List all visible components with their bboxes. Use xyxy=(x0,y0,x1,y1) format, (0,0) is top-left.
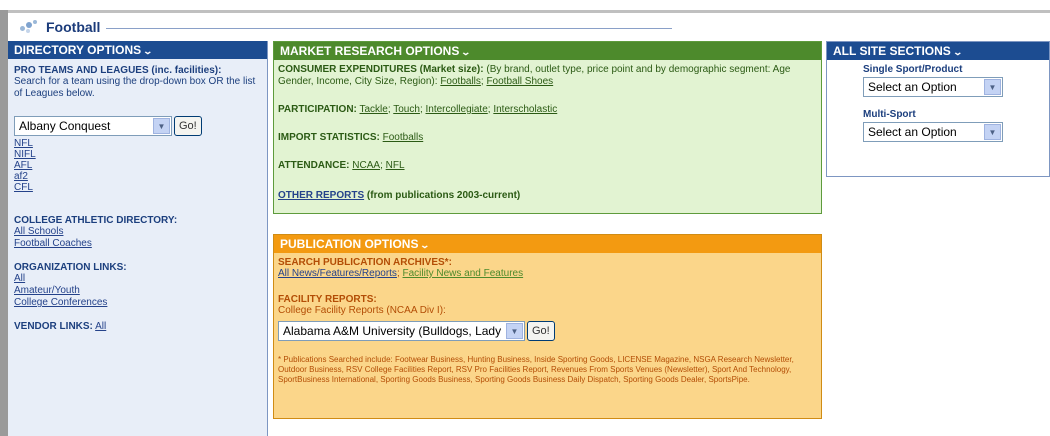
attendance-row: ATTENDANCE: NCAA; NFL xyxy=(278,160,405,171)
page-title: Football xyxy=(46,19,101,35)
org-link-college-conferences[interactable]: College Conferences xyxy=(14,297,261,309)
pro-teams-description: Search for a team using the drop-down bo… xyxy=(14,76,256,99)
attendance-link-nfl[interactable]: NFL xyxy=(386,160,405,171)
league-link-cfl[interactable]: CFL xyxy=(14,182,261,193)
consumer-expenditures-row: CONSUMER EXPENDITURES (Market size): (By… xyxy=(278,64,791,87)
facility-select[interactable]: Alabama A&M University (Bulldogs, Lady ▼ xyxy=(278,321,525,341)
all-site-sections-panel: ALL SITE SECTIONS⌄ Single Sport/Product … xyxy=(826,41,1050,177)
all-site-sections-header[interactable]: ALL SITE SECTIONS⌄ xyxy=(827,42,1049,60)
other-reports-text: (from publications 2003-current) xyxy=(366,190,521,201)
facility-reports-label: FACILITY REPORTS: xyxy=(278,294,377,305)
team-select[interactable]: Albany Conquest ▼ xyxy=(14,116,172,136)
org-link-all[interactable]: All xyxy=(14,273,261,285)
consumer-expenditures-label: CONSUMER EXPENDITURES (Market size): xyxy=(278,64,484,75)
chevron-down-icon: ▼ xyxy=(506,323,523,339)
header-rule xyxy=(106,27,672,29)
page-frame: Football DIRECTORY OPTIONS⌄ PRO TEAMS AN… xyxy=(0,0,1050,436)
participation-link-interscholastic[interactable]: Interscholastic xyxy=(493,104,557,115)
vendor-links-row: VENDOR LINKS: All xyxy=(14,321,261,332)
consumer-link-football-shoes[interactable]: Football Shoes xyxy=(486,76,553,87)
other-reports-row: OTHER REPORTS (from publications 2003-cu… xyxy=(278,190,817,202)
search-archives-label: SEARCH PUBLICATION ARCHIVES*: xyxy=(278,257,452,268)
participation-link-intercollegiate[interactable]: Intercollegiate xyxy=(426,104,488,115)
vendor-links-label: VENDOR LINKS: xyxy=(14,321,93,332)
org-link-amateur-youth[interactable]: Amateur/Youth xyxy=(14,285,261,297)
top-border xyxy=(0,10,1050,13)
search-archives-links: All News/Features/Reports; Facility News… xyxy=(278,268,524,279)
chevron-down-icon: ⌄ xyxy=(419,240,431,250)
team-go-button[interactable]: Go! xyxy=(174,116,202,136)
market-research-panel: MARKET RESEARCH OPTIONS⌄ CONSUMER EXPEND… xyxy=(273,41,822,214)
archive-link-facility-news[interactable]: Facility News and Features xyxy=(403,268,524,279)
left-border xyxy=(0,10,8,436)
publications-footnote: * Publications Searched include: Footwea… xyxy=(278,355,794,384)
college-link-all-schools[interactable]: All Schools xyxy=(14,226,261,238)
archive-link-all-news[interactable]: All News/Features/Reports xyxy=(278,268,397,279)
league-link-afl[interactable]: AFL xyxy=(14,160,261,171)
chevron-down-icon: ⌄ xyxy=(142,46,154,56)
market-research-header[interactable]: MARKET RESEARCH OPTIONS⌄ xyxy=(274,42,821,60)
directory-options-panel: DIRECTORY OPTIONS⌄ PRO TEAMS AND LEAGUES… xyxy=(8,41,268,436)
chevron-down-icon: ⌄ xyxy=(952,47,963,57)
import-link-footballs[interactable]: Footballs xyxy=(383,132,424,143)
college-link-football-coaches[interactable]: Football Coaches xyxy=(14,238,261,250)
page-header: Football xyxy=(12,16,672,38)
attendance-link-ncaa[interactable]: NCAA xyxy=(352,160,380,171)
single-sport-label: Single Sport/Product xyxy=(863,64,963,75)
single-sport-select[interactable]: Select an Option ▼ xyxy=(863,77,1003,97)
consumer-link-footballs[interactable]: Footballs xyxy=(440,76,481,87)
participation-label: PARTICIPATION: xyxy=(278,104,357,115)
import-statistics-row: IMPORT STATISTICS: Footballs xyxy=(278,132,817,144)
participation-row: PARTICIPATION: Tackle; Touch; Intercolle… xyxy=(278,104,558,115)
facility-reports-text: College Facility Reports (NCAA Div I): xyxy=(278,305,446,316)
participation-link-tackle[interactable]: Tackle xyxy=(360,104,388,115)
pro-teams-label: PRO TEAMS AND LEAGUES (inc. facilities): xyxy=(14,65,222,76)
directory-options-header[interactable]: DIRECTORY OPTIONS⌄ xyxy=(8,41,267,59)
chevron-down-icon: ▼ xyxy=(153,118,170,134)
league-link-nfl[interactable]: NFL xyxy=(14,138,261,149)
import-statistics-label: IMPORT STATISTICS: xyxy=(278,132,380,143)
college-directory-label: COLLEGE ATHLETIC DIRECTORY: xyxy=(14,215,178,226)
facility-go-button[interactable]: Go! xyxy=(527,321,555,341)
chevron-down-icon: ⌄ xyxy=(460,47,472,57)
chevron-down-icon: ▼ xyxy=(984,79,1001,95)
league-link-af2[interactable]: af2 xyxy=(14,171,261,182)
publication-options-header[interactable]: PUBLICATION OPTIONS⌄ xyxy=(274,235,821,253)
attendance-label: ATTENDANCE: xyxy=(278,160,350,171)
other-reports-link[interactable]: OTHER REPORTS xyxy=(278,190,364,201)
league-list: NFL NIFL AFL af2 CFL xyxy=(14,138,261,193)
league-link-nifl[interactable]: NIFL xyxy=(14,149,261,160)
participation-link-touch[interactable]: Touch xyxy=(393,104,420,115)
publication-options-panel: PUBLICATION OPTIONS⌄ SEARCH PUBLICATION … xyxy=(273,234,822,419)
vendor-link-all[interactable]: All xyxy=(95,321,106,332)
chevron-down-icon: ▼ xyxy=(984,124,1001,140)
dots-logo-icon xyxy=(20,20,42,34)
multi-sport-label: Multi-Sport xyxy=(863,109,916,120)
multi-sport-select[interactable]: Select an Option ▼ xyxy=(863,122,1003,142)
organization-links-label: ORGANIZATION LINKS: xyxy=(14,262,127,273)
